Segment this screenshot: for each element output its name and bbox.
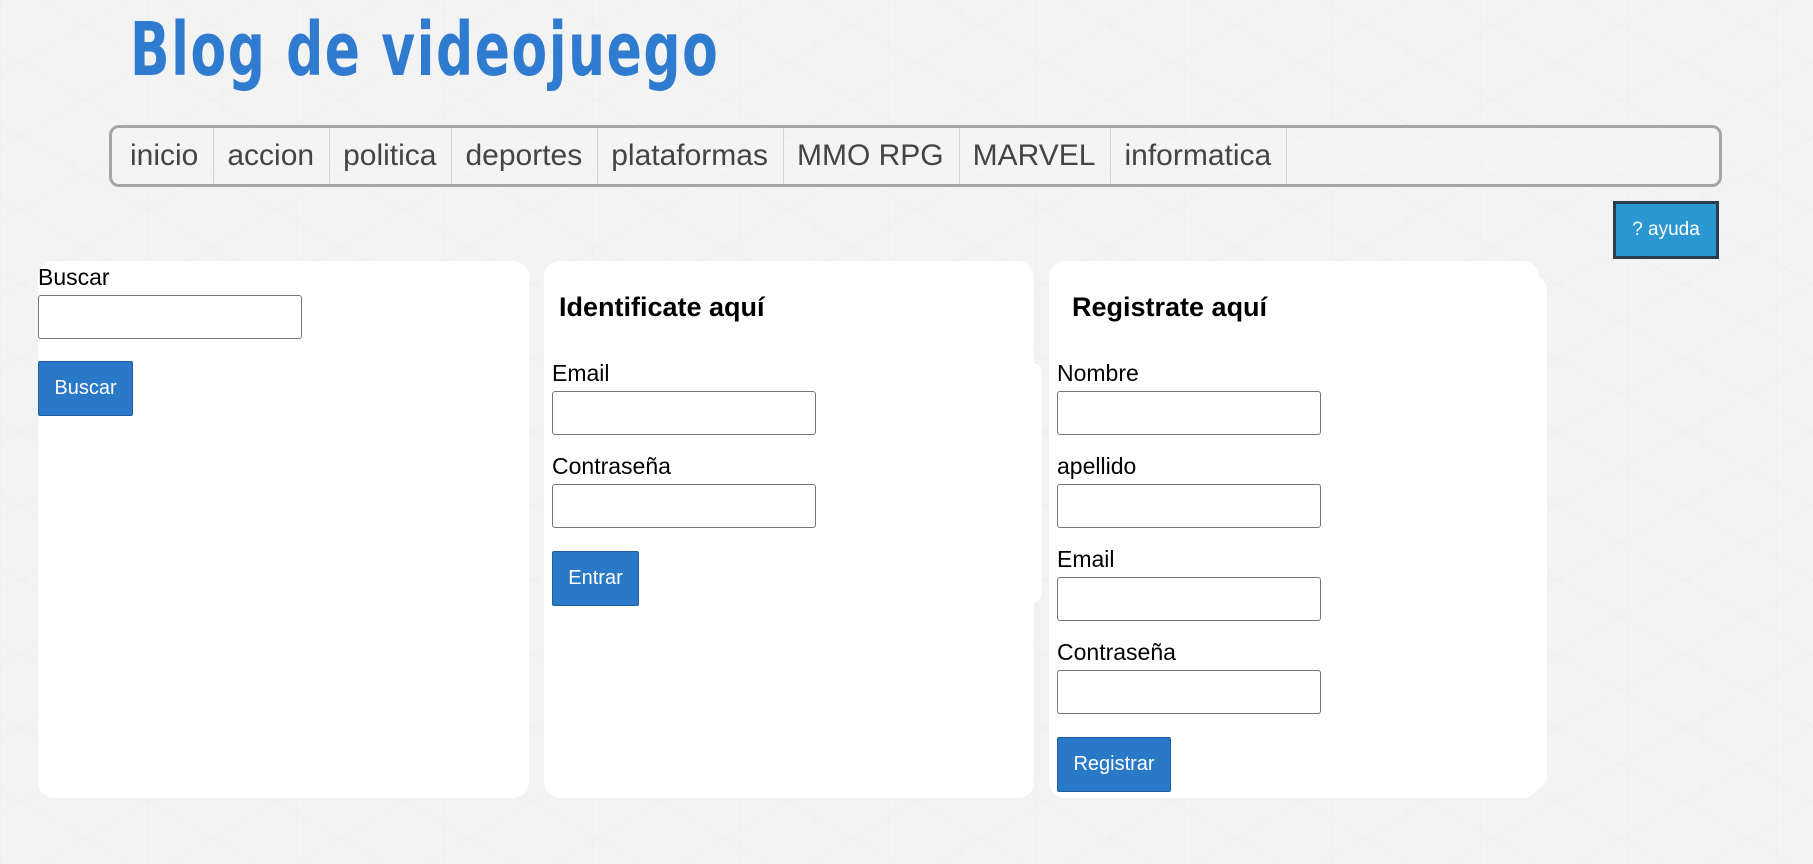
login-heading: Identificate aquí <box>559 292 765 322</box>
main-nav: inicio accion politica deportes platafor… <box>109 125 1722 187</box>
register-surname-field[interactable] <box>1057 484 1321 528</box>
nav-item-inicio[interactable]: inicio <box>117 128 215 184</box>
register-surname-label: apellido <box>1057 453 1137 479</box>
search-input[interactable] <box>38 295 302 339</box>
search-panel: Buscar Buscar <box>38 261 529 798</box>
login-email-label: Email <box>552 360 610 386</box>
register-submit-button[interactable]: Registrar <box>1057 737 1171 792</box>
login-password-field[interactable] <box>552 484 816 528</box>
register-heading: Registrate aquí <box>1072 292 1268 322</box>
register-name-label: Nombre <box>1057 360 1139 386</box>
login-email-field[interactable] <box>552 391 816 435</box>
nav-item-politica[interactable]: politica <box>330 128 453 184</box>
register-email-field[interactable] <box>1057 577 1321 621</box>
register-name-field[interactable] <box>1057 391 1321 435</box>
register-password-field[interactable] <box>1057 670 1321 714</box>
help-button[interactable]: ? ayuda <box>1613 201 1719 259</box>
nav-item-accion[interactable]: accion <box>214 128 331 184</box>
search-button[interactable]: Buscar <box>38 361 133 416</box>
login-submit-button[interactable]: Entrar <box>552 551 639 606</box>
site-title: Blog de videojuego <box>130 7 720 93</box>
nav-item-marvel[interactable]: MARVEL <box>960 128 1112 184</box>
nav-item-informatica[interactable]: informatica <box>1111 128 1288 184</box>
login-panel: Identificate aquí Email Contraseña Entra… <box>544 261 1042 798</box>
nav-item-mmo-rpg[interactable]: MMO RPG <box>784 128 960 184</box>
register-email-label: Email <box>1057 546 1115 572</box>
login-password-label: Contraseña <box>552 453 671 479</box>
register-panel: Registrate aquí Nombre apellido Email Co… <box>1049 261 1547 798</box>
nav-item-deportes[interactable]: deportes <box>452 128 599 184</box>
register-password-label: Contraseña <box>1057 639 1176 665</box>
search-label: Buscar <box>38 264 110 290</box>
nav-item-plataformas[interactable]: plataformas <box>598 128 784 184</box>
